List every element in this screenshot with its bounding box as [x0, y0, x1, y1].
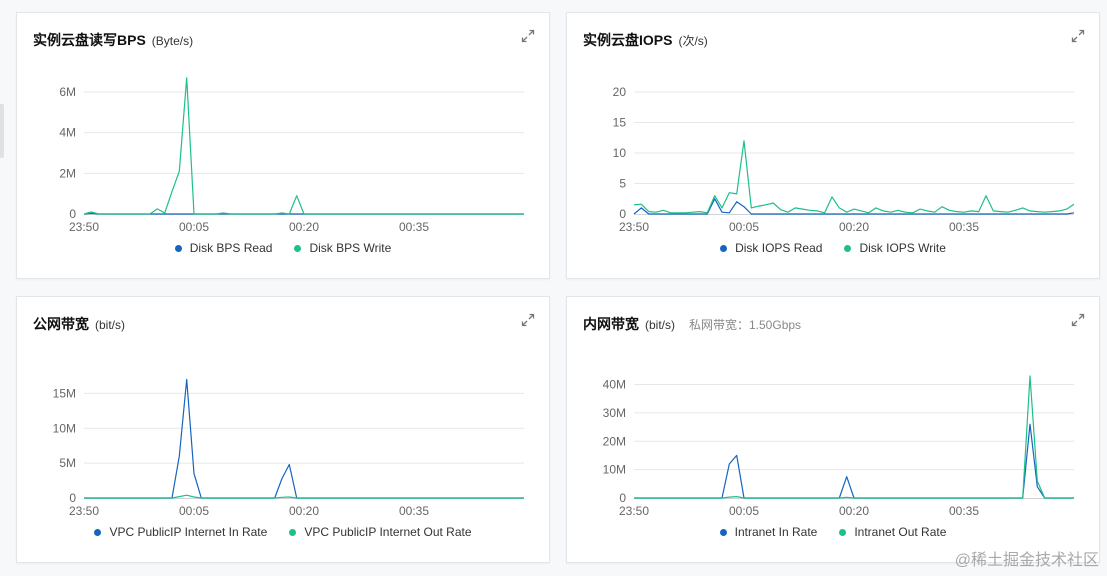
legend-item-out[interactable]: VPC PublicIP Internet Out Rate — [289, 525, 472, 539]
x-tick-label: 23:50 — [69, 220, 99, 234]
legend-item-read[interactable]: Disk BPS Read — [174, 241, 273, 255]
disk-iops-chart: 0 5 10 15 20 23:50 00:05 00:20 00:35 — [613, 85, 1075, 234]
y-tick-label: 10M — [53, 421, 76, 435]
series-line-primary — [84, 378, 524, 499]
intranet-bandwidth-chart: 0 10M 20M 30M 40M 23:50 00:05 00:20 00:35 — [603, 375, 1074, 518]
legend-label: Intranet In Rate — [734, 525, 818, 539]
x-tick-label: 00:20 — [289, 504, 319, 518]
chart-legend: Disk IOPS Read Disk IOPS Write — [567, 241, 1099, 255]
y-tick-label: 15 — [613, 116, 627, 130]
legend-label: Intranet Out Rate — [854, 525, 947, 539]
y-tick-label: 0 — [619, 491, 626, 505]
legend-label: Disk IOPS Write — [859, 241, 946, 255]
x-tick-label: 23:50 — [619, 220, 649, 234]
y-tick-label: 15M — [53, 386, 76, 400]
disk-bps-chart: 0 2M 4M 6M 23:50 00:05 00:20 00:35 — [59, 77, 524, 234]
public-bandwidth-chart: 0 5M 10M 15M 23:50 00:05 00:20 00:35 — [53, 378, 524, 518]
x-tick-label: 00:35 — [399, 220, 429, 234]
x-tick-label: 00:20 — [839, 220, 869, 234]
legend-dot — [294, 244, 302, 252]
x-tick-label: 00:05 — [729, 504, 759, 518]
legend-label: VPC PublicIP Internet In Rate — [109, 525, 268, 539]
legend-dot — [94, 528, 102, 536]
series-line-secondary — [633, 140, 1075, 214]
side-collapse-tab[interactable] — [0, 104, 4, 158]
y-tick-label: 0 — [69, 207, 76, 221]
legend-dot — [174, 244, 182, 252]
y-tick-label: 40M — [603, 378, 626, 392]
series-line-secondary — [84, 494, 524, 499]
legend-item-write[interactable]: Disk IOPS Write — [844, 241, 946, 255]
x-tick-label: 00:05 — [179, 220, 209, 234]
watermark: @稀土掘金技术社区 — [954, 552, 1099, 569]
y-tick-label: 0 — [69, 491, 76, 505]
legend-dot — [839, 528, 847, 536]
y-tick-label: 10 — [613, 146, 627, 160]
x-tick-label: 00:20 — [289, 220, 319, 234]
y-tick-label: 5M — [59, 456, 76, 470]
y-tick-label: 2M — [59, 166, 76, 180]
y-tick-label: 5 — [619, 177, 626, 191]
y-tick-label: 20 — [613, 85, 627, 99]
x-tick-label: 00:35 — [949, 504, 979, 518]
legend-dot — [844, 244, 852, 252]
x-tick-label: 00:35 — [399, 504, 429, 518]
legend-item-write[interactable]: Disk BPS Write — [294, 241, 391, 255]
legend-item-read[interactable]: Disk IOPS Read — [720, 241, 822, 255]
legend-label: Disk BPS Write — [309, 241, 392, 255]
chart-legend: Intranet In Rate Intranet Out Rate — [567, 525, 1099, 539]
legend-item-in[interactable]: VPC PublicIP Internet In Rate — [94, 525, 267, 539]
y-tick-label: 4M — [59, 126, 76, 140]
x-tick-label: 00:20 — [839, 504, 869, 518]
x-tick-label: 23:50 — [69, 504, 99, 518]
chart-legend: VPC PublicIP Internet In Rate VPC Public… — [17, 525, 549, 539]
public-bandwidth-panel: 公网带宽 (bit/s) 0 5M 10M 15M 23:50 00:05 00:20 00:… — [16, 296, 550, 563]
legend-item-out[interactable]: Intranet Out Rate — [839, 525, 946, 539]
x-tick-label: 00:05 — [179, 504, 209, 518]
series-line-secondary — [83, 77, 524, 215]
y-tick-label: 6M — [59, 85, 76, 99]
intranet-bandwidth-panel: 内网带宽 (bit/s) 私网带宽：1.50Gbps 0 10M 20M 30M 40M… — [566, 296, 1100, 563]
chart-legend: Disk BPS Read Disk BPS Write — [17, 241, 549, 255]
x-tick-label: 23:50 — [619, 504, 649, 518]
y-tick-label: 30M — [603, 406, 626, 420]
x-tick-label: 00:35 — [949, 220, 979, 234]
disk-bps-panel: 实例云盘读写BPS (Byte/s) 0 2M 4M 6M 23:50 00:05 00:2… — [16, 12, 550, 279]
legend-label: VPC PublicIP Internet Out Rate — [304, 525, 472, 539]
y-tick-label: 20M — [603, 434, 626, 448]
y-tick-label: 10M — [603, 463, 626, 477]
legend-label: Disk IOPS Read — [735, 241, 823, 255]
x-tick-label: 00:05 — [729, 220, 759, 234]
legend-dot — [289, 528, 297, 536]
series-line-secondary — [634, 375, 1074, 499]
legend-label: Disk BPS Read — [189, 241, 273, 255]
disk-iops-panel: 实例云盘IOPS (次/s) 0 5 10 15 20 23:50 00:05 00:20 00… — [566, 12, 1100, 279]
legend-dot — [720, 244, 728, 252]
legend-item-in[interactable]: Intranet In Rate — [719, 525, 818, 539]
legend-dot — [719, 528, 727, 536]
y-tick-label: 0 — [619, 207, 626, 221]
series-line-primary — [634, 423, 1074, 499]
